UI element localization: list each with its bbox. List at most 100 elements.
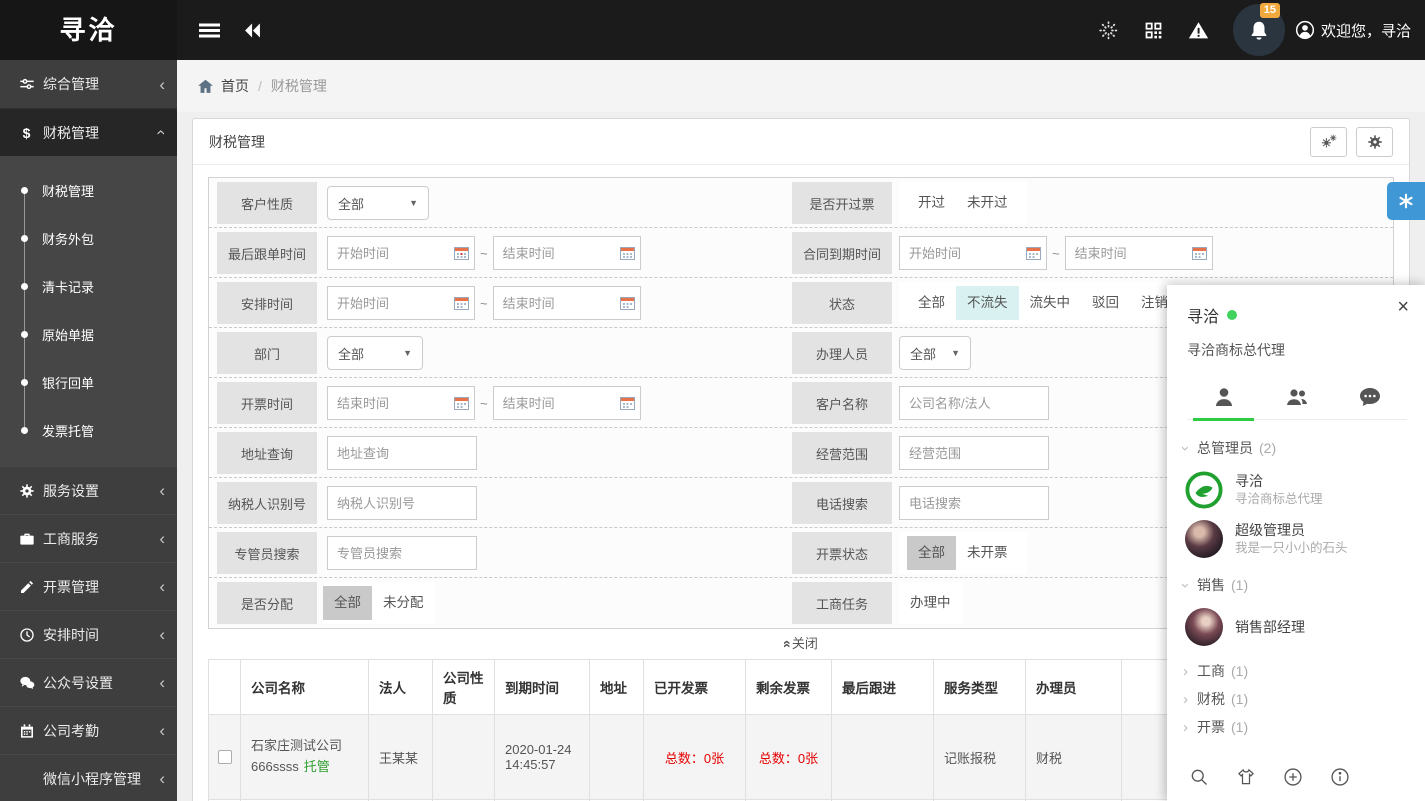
tab-conversations[interactable] xyxy=(1334,374,1407,419)
handler-select[interactable]: 全部 ▼ xyxy=(899,336,971,370)
service-type-cell: 记账报税 xyxy=(934,715,1026,800)
sidebar-item-label: 微信小程序管理 xyxy=(43,769,141,789)
chevron-left-icon: ‹ xyxy=(159,76,165,93)
filter-option[interactable]: 未开过 xyxy=(956,186,1019,220)
chat-member[interactable]: 寻洽 寻洽商标总代理 xyxy=(1185,471,1409,509)
expire-time-cell: 2020-01-24 14:45:57 xyxy=(495,715,590,800)
filter-option[interactable]: 全部 xyxy=(907,286,956,320)
customer-nature-select[interactable]: 全部 ▼ xyxy=(327,186,429,220)
filter-option-selected[interactable]: 全部 xyxy=(323,586,372,620)
calendar-icon[interactable] xyxy=(1192,247,1207,260)
date-input-start[interactable] xyxy=(327,236,475,270)
submenu-item-original-documents[interactable]: 原始单据 xyxy=(0,310,177,358)
tab-groups[interactable] xyxy=(1260,374,1333,419)
date-input-start[interactable] xyxy=(327,386,475,420)
home-icon xyxy=(197,78,214,95)
address-input[interactable] xyxy=(327,436,477,470)
calendar-icon[interactable] xyxy=(454,297,469,310)
filter-option[interactable]: 开过 xyxy=(907,186,956,220)
company-cell[interactable]: 石家庄测试公司 666ssss托管 xyxy=(241,715,369,800)
date-input-end[interactable] xyxy=(493,286,641,320)
sidebar-item-attendance[interactable]: 公司考勤 ‹ xyxy=(0,706,177,754)
sidebar-item-official-account[interactable]: 公众号设置 ‹ xyxy=(0,658,177,706)
warning-icon[interactable] xyxy=(1188,20,1209,41)
submenu-item-invoice-hosting[interactable]: 发票托管 xyxy=(0,406,177,454)
filter-option[interactable]: 办理中 xyxy=(899,586,962,620)
col-header: 公司性质 xyxy=(433,660,495,715)
float-asterisk-button[interactable] xyxy=(1387,182,1425,220)
business-scope-input[interactable] xyxy=(899,436,1049,470)
close-icon[interactable]: × xyxy=(1397,297,1409,317)
submenu-item-card-clearing[interactable]: 清卡记录 xyxy=(0,262,177,310)
briefcase-icon xyxy=(18,530,35,547)
info-circle-icon[interactable] xyxy=(1330,767,1350,787)
chat-group-sales[interactable]: › 销售 (1) xyxy=(1183,569,1409,601)
sidebar-item-service-settings[interactable]: 服务设置 ‹ xyxy=(0,466,177,514)
calendar-icon[interactable] xyxy=(620,297,635,310)
chat-member[interactable]: 销售部经理 xyxy=(1185,608,1409,646)
rewind-collapse-icon[interactable] xyxy=(242,20,263,41)
calendar-icon[interactable] xyxy=(620,247,635,260)
qr-code-icon[interactable] xyxy=(1143,20,1164,41)
filter-label: 专管员搜索 xyxy=(217,532,317,574)
sidebar-item-general-management[interactable]: 综合管理 ‹ xyxy=(0,60,177,108)
hamburger-menu-icon[interactable] xyxy=(199,20,220,41)
col-header: 已开发票 xyxy=(644,660,746,715)
filter-option-selected[interactable]: 全部 xyxy=(907,536,956,570)
date-input-end[interactable] xyxy=(1065,236,1213,270)
calendar-icon[interactable] xyxy=(454,397,469,410)
date-input-start[interactable] xyxy=(327,286,475,320)
chat-group-business[interactable]: › 工商 (1) xyxy=(1183,657,1409,685)
sidebar-item-schedule-time[interactable]: 安排时间 ‹ xyxy=(0,610,177,658)
shirt-icon[interactable] xyxy=(1236,767,1256,787)
plus-circle-icon[interactable] xyxy=(1283,767,1303,787)
tab-contacts[interactable] xyxy=(1187,374,1260,419)
spinner-icon[interactable] xyxy=(1098,20,1119,41)
breadcrumb-separator: / xyxy=(258,78,262,94)
taxpayer-id-input[interactable] xyxy=(327,486,477,520)
sidebar-item-finance-tax[interactable]: $ 财税管理 ‹ xyxy=(0,108,177,156)
app-logo[interactable]: 寻洽 xyxy=(0,0,177,60)
submenu-item-finance-outsourcing[interactable]: 财务外包 xyxy=(0,214,177,262)
breadcrumb-home[interactable]: 首页 xyxy=(221,76,249,96)
filter-label: 安排时间 xyxy=(217,282,317,324)
filter-option[interactable]: 流失中 xyxy=(1019,286,1082,320)
calendar-icon[interactable] xyxy=(454,247,469,260)
submenu-item-bank-receipts[interactable]: 银行回单 xyxy=(0,358,177,406)
date-input-start[interactable] xyxy=(899,236,1047,270)
chat-group-admins[interactable]: › 总管理员 (2) xyxy=(1183,432,1409,464)
phone-search-input[interactable] xyxy=(899,486,1049,520)
department-select[interactable]: 全部 ▼ xyxy=(327,336,423,370)
filter-label: 经营范围 xyxy=(792,432,892,474)
date-input-end[interactable] xyxy=(493,386,641,420)
chat-member[interactable]: 超级管理员 我是一只小小的石头 xyxy=(1185,520,1409,558)
chat-group-finance[interactable]: › 财税 (1) xyxy=(1183,685,1409,713)
row-checkbox[interactable] xyxy=(218,750,232,764)
submenu-item-finance-tax[interactable]: 财税管理 xyxy=(0,166,177,214)
filter-option-selected[interactable]: 不流失 xyxy=(956,286,1019,320)
calendar-icon[interactable] xyxy=(1026,247,1041,260)
filter-option[interactable]: 未开票 xyxy=(956,536,1019,570)
filter-option[interactable]: 驳回 xyxy=(1081,286,1130,320)
gear-button[interactable] xyxy=(1356,127,1393,157)
online-status-dot xyxy=(1227,310,1237,320)
filter-label: 电话搜索 xyxy=(792,482,892,524)
chat-title: 寻洽 xyxy=(1187,303,1219,327)
search-icon[interactable] xyxy=(1189,767,1209,787)
chat-group-invoicing[interactable]: › 开票 (1) xyxy=(1183,713,1409,741)
date-input-end[interactable] xyxy=(493,236,641,270)
sidebar-item-business-services[interactable]: 工商服务 ‹ xyxy=(0,514,177,562)
sidebar-item-invoice-management[interactable]: 开票管理 ‹ xyxy=(0,562,177,610)
cogs-button[interactable] xyxy=(1310,127,1347,157)
sidebar-item-wechat-miniprogram[interactable]: 微信小程序管理 ‹ xyxy=(0,754,177,801)
calendar-icon[interactable] xyxy=(620,397,635,410)
notifications-button[interactable]: 15 xyxy=(1233,4,1285,56)
welcome-text: 欢迎您，寻洽 xyxy=(1321,20,1411,41)
user-welcome[interactable]: 欢迎您，寻洽 xyxy=(1295,20,1411,41)
customer-name-input[interactable] xyxy=(899,386,1049,420)
sidebar-item-label: 工商服务 xyxy=(43,529,99,549)
chevron-left-icon: ‹ xyxy=(159,578,165,595)
supervisor-search-input[interactable] xyxy=(327,536,477,570)
filter-label: 最后跟单时间 xyxy=(217,232,317,274)
filter-option[interactable]: 未分配 xyxy=(372,586,435,620)
